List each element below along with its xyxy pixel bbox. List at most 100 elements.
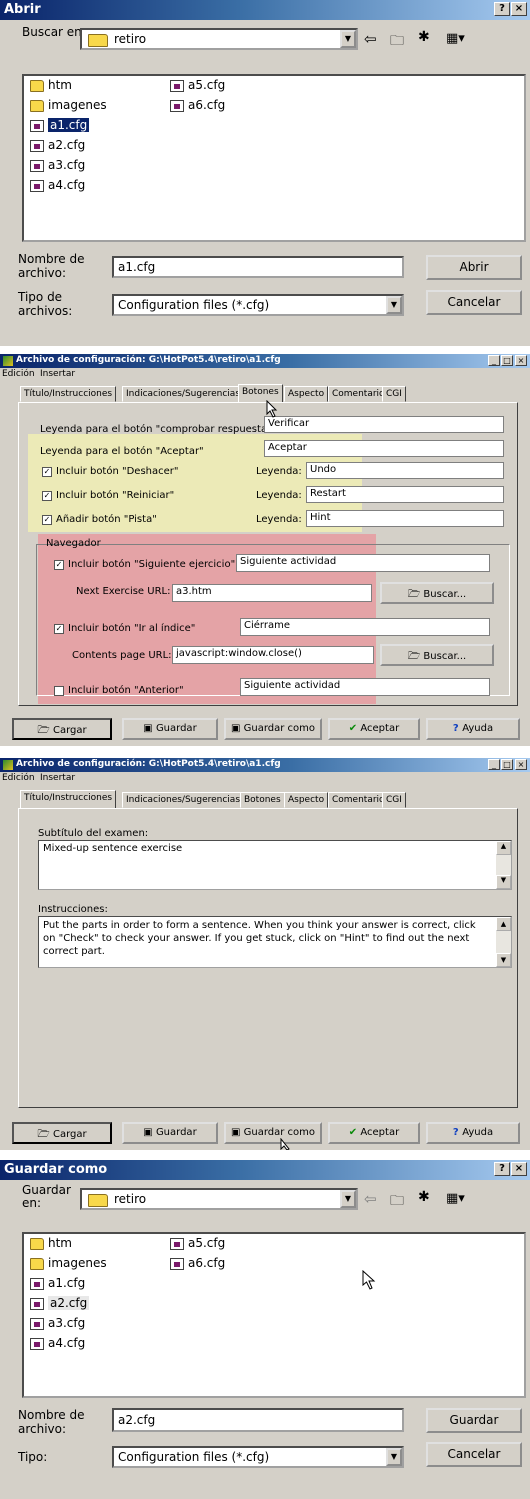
help-button[interactable]: ? [494,1162,510,1176]
load-button[interactable]: 🗁 Cargar [12,1122,112,1144]
cancel-button[interactable]: Cancelar [426,1442,522,1467]
filetype-combo[interactable]: Configuration files (*.cfg) ▼ [112,1446,404,1468]
look-in-combo[interactable]: retiro ▼ [80,28,358,50]
subtitle-textarea[interactable]: Mixed-up sentence exercise ▲ ▼ [38,840,512,890]
list-item[interactable]: a4.cfg [28,178,85,195]
back-arrow-icon[interactable]: ⇦ [364,1190,377,1208]
file-list[interactable]: htm imagenes a1.cfg a2.cfg a3.cfg a4.cfg… [22,1232,526,1398]
save-in-combo[interactable]: retiro ▼ [80,1188,358,1210]
cancel-button[interactable]: Cancelar [426,290,522,315]
scrollbar[interactable]: ▲ ▼ [496,917,511,967]
menu-item-insertar[interactable]: Insertar [40,773,75,783]
menu-item-edicion[interactable]: Edición [2,773,35,783]
minimize-button[interactable]: _ [488,355,500,366]
list-item[interactable]: a2.cfg [28,138,85,155]
view-menu-icon[interactable]: ▦▾ [446,1191,465,1206]
new-folder-icon[interactable]: ✱ [418,29,430,45]
tab-cgi[interactable]: CGI [382,792,406,808]
chevron-down-icon[interactable]: ▼ [386,1448,402,1466]
chevron-down-icon[interactable]: ▼ [340,1190,356,1208]
menu-item-insertar[interactable]: Insertar [40,369,75,379]
list-item[interactable]: a6.cfg [168,1256,225,1273]
restart-input[interactable]: Restart [306,486,504,503]
tab-indicaciones[interactable]: Indicaciones/Sugerencias [122,386,245,402]
tab-botones[interactable]: Botones [240,792,285,808]
scrollbar[interactable]: ▲ ▼ [496,841,511,889]
save-as-button[interactable]: ▣ Guardar como [224,718,322,740]
scroll-down-icon[interactable]: ▼ [496,875,511,889]
open-button[interactable]: Abrir [426,255,522,280]
save-dialog-button[interactable]: Guardar [426,1408,522,1433]
instructions-textarea[interactable]: Put the parts in order to form a sentenc… [38,916,512,968]
tab-titulo[interactable]: Título/Instrucciones [20,386,117,402]
tab-comentario[interactable]: Comentario [328,792,389,808]
list-item[interactable]: a3.cfg [28,158,85,175]
next-checkbox[interactable]: ✓ [54,560,64,570]
view-menu-icon[interactable]: ▦▾ [446,31,465,46]
close-button[interactable]: × [515,355,527,366]
next-url-input[interactable]: a3.htm [172,584,372,602]
accept-button-input[interactable]: Aceptar [264,440,504,457]
close-button[interactable]: × [515,759,527,770]
list-item[interactable]: a5.cfg [168,1236,225,1253]
chevron-down-icon[interactable]: ▼ [340,30,356,48]
save-button[interactable]: ▣ Guardar [122,1122,218,1144]
prev-checkbox[interactable] [54,686,64,696]
prev-input[interactable]: Siguiente actividad [240,678,490,696]
hint-input[interactable]: Hint [306,510,504,527]
list-item[interactable]: htm [28,78,72,95]
help-button[interactable]: ? Ayuda [426,718,520,740]
help-button[interactable]: ? [494,2,510,16]
maximize-button[interactable]: □ [501,355,513,366]
help-button[interactable]: ? Ayuda [426,1122,520,1144]
chevron-down-icon[interactable]: ▼ [386,296,402,314]
list-item[interactable]: a1.cfg [28,1276,85,1293]
filename-input[interactable]: a2.cfg [112,1408,404,1432]
maximize-button[interactable]: □ [501,759,513,770]
check-button-input[interactable]: Verificar [264,416,504,433]
filename-input[interactable]: a1.cfg [112,256,404,278]
list-item[interactable]: a2.cfg [28,1296,90,1313]
undo-input[interactable]: Undo [306,462,504,479]
accept-button[interactable]: ✔ Aceptar [328,718,420,740]
tab-aspecto[interactable]: Aspecto [284,386,329,402]
browse-button[interactable]: 🗁 Buscar... [380,582,494,604]
undo-checkbox[interactable]: ✓ [42,467,52,477]
list-item[interactable]: a4.cfg [28,1336,85,1353]
tab-titulo[interactable]: Título/Instrucciones [20,790,117,809]
up-folder-icon[interactable]: 🗀 [390,1190,404,1214]
load-button[interactable]: 🗁 Cargar [12,718,112,740]
hint-checkbox[interactable]: ✓ [42,515,52,525]
close-button[interactable]: × [511,2,527,16]
list-item[interactable]: imagenes [28,98,107,115]
scroll-up-icon[interactable]: ▲ [496,917,511,931]
filetype-combo[interactable]: Configuration files (*.cfg) ▼ [112,294,404,316]
list-item[interactable]: a5.cfg [168,78,225,95]
menu-item-edicion[interactable]: Edición [2,369,35,379]
tab-comentario[interactable]: Comentario [328,386,389,402]
next-input[interactable]: Siguiente actividad [236,554,490,572]
save-as-button[interactable]: ▣ Guardar como [224,1122,322,1144]
tab-cgi[interactable]: CGI [382,386,406,402]
list-item[interactable]: imagenes [28,1256,107,1273]
scroll-down-icon[interactable]: ▼ [496,953,511,967]
list-item[interactable]: htm [28,1236,72,1253]
tab-indicaciones[interactable]: Indicaciones/Sugerencias [122,792,245,808]
new-folder-icon[interactable]: ✱ [418,1189,430,1205]
browse-button[interactable]: 🗁 Buscar... [380,644,494,666]
back-arrow-icon[interactable]: ⇦ [364,30,377,48]
tab-aspecto[interactable]: Aspecto [284,792,329,808]
contents-url-input[interactable]: javascript:window.close() [172,646,374,664]
minimize-button[interactable]: _ [488,759,500,770]
index-input[interactable]: Ciérrame [240,618,490,636]
accept-button[interactable]: ✔ Aceptar [328,1122,420,1144]
list-item[interactable]: a6.cfg [168,98,225,115]
index-checkbox[interactable]: ✓ [54,624,64,634]
list-item[interactable]: a3.cfg [28,1316,85,1333]
save-button[interactable]: ▣ Guardar [122,718,218,740]
scroll-up-icon[interactable]: ▲ [496,841,511,855]
restart-checkbox[interactable]: ✓ [42,491,52,501]
list-item[interactable]: a1.cfg [28,118,90,135]
file-list[interactable]: htm imagenes a1.cfg a2.cfg a3.cfg a4.cfg… [22,74,526,242]
close-button[interactable]: × [511,1162,527,1176]
